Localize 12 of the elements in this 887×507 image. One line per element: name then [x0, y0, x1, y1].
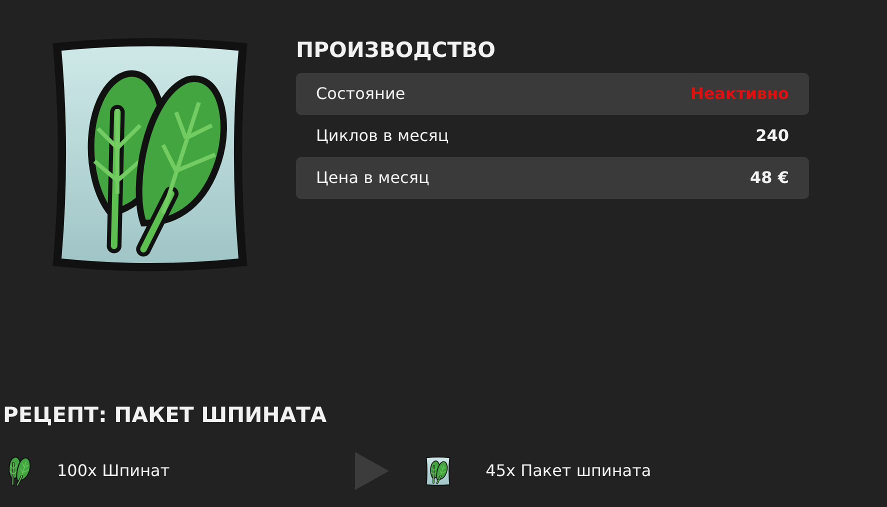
- product-label: 45x Пакет шпината: [486, 460, 652, 482]
- section-title: ПРОИЗВОДСТВО: [296, 37, 496, 64]
- stat-label: Состояние: [316, 82, 406, 104]
- spinach-package-icon: [424, 456, 452, 486]
- stat-value: Неактивно: [690, 82, 789, 104]
- arrow-icon: [352, 450, 391, 492]
- stat-label: Цена в месяц: [316, 166, 430, 188]
- stat-label: Циклов в месяц: [316, 124, 449, 146]
- stat-value: 240: [756, 124, 789, 146]
- stat-value: 48 €: [750, 166, 789, 188]
- recipe-title: РЕЦЕПТ: ПАКЕТ ШПИНАТА: [3, 402, 327, 429]
- ingredient-label: 100x Шпинат: [57, 460, 170, 482]
